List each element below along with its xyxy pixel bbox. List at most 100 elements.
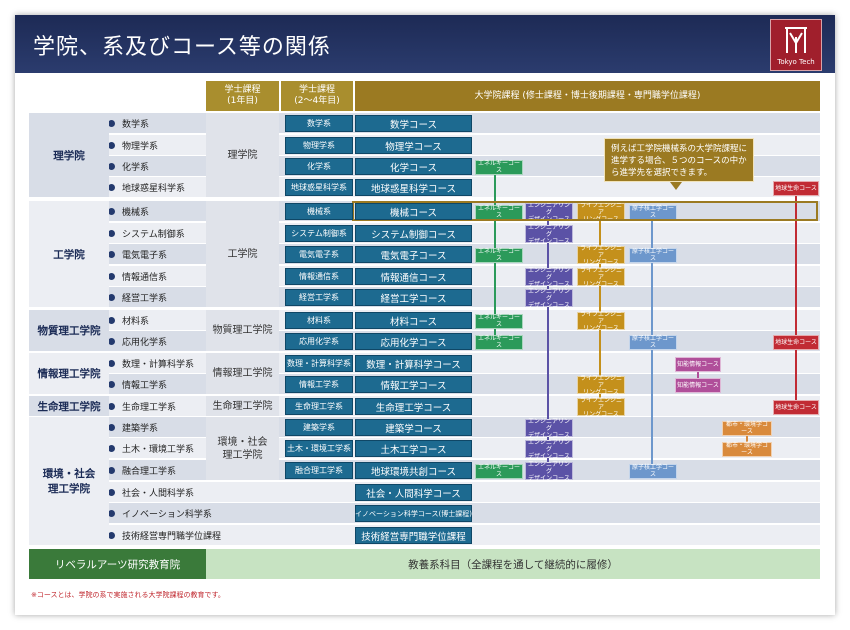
course-tag-knowledge: 知能情報コース [675,377,721,393]
tokyo-tech-logo: Tokyo Tech [770,19,822,71]
department-name: 物理学系 [122,141,159,152]
bullet-icon [108,488,115,496]
course-tag-engineering: エンジニアリング デザインコース [525,418,573,439]
department-name: 情報通信系 [122,272,168,283]
department-name: 数理・計算科学系 [122,359,195,370]
course-tag-energy: エネルギーコース [475,247,523,263]
course-tag-earth_life: 地球生命コース [773,334,819,350]
department-label: 物理学系 [108,135,158,155]
first-year-school: 環境・社会 理工学院 [206,417,279,480]
course-tag-urban: 都市・環境学コース [722,420,772,436]
graduate-course-box: システム制御コース [355,225,472,242]
department-label: 材料系 [108,310,149,330]
graduate-course-box: 社会・人間科学コース [355,484,472,501]
department-name: 材料系 [122,316,150,327]
bullet-icon [108,466,115,474]
department-name: 技術経営専門職学位課程 [122,531,222,542]
bullet-icon [108,380,115,388]
logo-emblem-icon [785,27,807,53]
school-name: 工学院 [29,201,109,307]
course-tag-life: ライフエンジニア リングコース [577,267,625,288]
graduate-course-box: 技術経営専門職学位課程 [355,527,472,544]
undergraduate-department-box: 数理・計算科学系 [285,355,353,372]
bullet-icon [108,402,115,410]
school-name: 情報理工学院 [29,353,109,394]
example-callout: 例えば工学院機械系の大学院課程に進学する場合、５つのコースの中から進学先を選択で… [604,138,754,182]
course-tag-engineering: エンジニアリング デザインコース [525,461,573,482]
undergraduate-department-box: 情報工学系 [285,376,353,393]
undergraduate-department-box: 化学系 [285,158,353,175]
department-label: 情報工学系 [108,374,167,394]
column-header-bachelor-rest: 学士課程 (2〜4年目) [281,81,353,111]
bullet-icon [108,359,115,367]
school-name: 環境・社会 理工学院 [29,417,109,545]
course-tag-energy: エネルギーコース [475,463,523,479]
course-tag-life: ライフエンジニア リングコース [577,375,625,396]
graduate-course-box: 機械コース [355,203,472,220]
undergraduate-department-box: 建築学系 [285,419,353,436]
department-label: システム制御系 [108,223,185,243]
bullet-icon [108,444,115,452]
undergraduate-department-box: 生命理工学系 [285,398,353,415]
department-label: 建築学系 [108,417,158,437]
first-year-school: 生命理工学院 [206,396,279,416]
department-label: 融合理工学系 [108,460,176,480]
undergraduate-department-box: 数学系 [285,115,353,132]
course-tag-nuclear: 原子核工学コース [629,334,677,350]
undergraduate-department-box: 電気電子系 [285,246,353,263]
course-tag-engineering: エンジニアリング デザインコース [525,288,573,309]
course-tag-knowledge: 知能情報コース [675,356,721,372]
department-label: 数学系 [108,113,149,133]
bullet-icon [108,337,115,345]
bullet-icon [108,250,115,258]
course-tag-energy: エネルギーコース [475,159,523,175]
graduate-course-box: イノベーション科学コース(博士課程) [355,505,472,522]
graduate-course-box: 土木工学コース [355,440,472,457]
graduate-course-box: 物理学コース [355,137,472,154]
bullet-icon [108,293,115,301]
department-name: 情報工学系 [122,380,168,391]
graduate-course-box: 応用化学コース [355,333,472,350]
department-label: 化学系 [108,156,149,176]
department-name: 化学系 [122,162,150,173]
department-label: 地球惑星科学系 [108,177,185,197]
course-tag-urban: 都市・環境学コース [722,441,772,457]
department-name: 電気電子系 [122,250,168,261]
department-label: 経営工学系 [108,287,167,307]
undergraduate-department-box: 機械系 [285,203,353,220]
page-frame: 学院、系及びコース等の関係 Tokyo Tech 学士課程 (1年目) 学士課程… [15,15,835,615]
department-name: イノベーション科学系 [122,509,212,520]
course-tag-energy: エネルギーコース [475,313,523,329]
header-bar: 学院、系及びコース等の関係 Tokyo Tech [15,15,835,73]
graduate-course-box: 材料コース [355,312,472,329]
graduate-course-box: 情報工学コース [355,376,472,393]
graduate-course-box: 化学コース [355,158,472,175]
undergraduate-department-box: 経営工学系 [285,289,353,306]
graduate-course-box: 数理・計算科学コース [355,355,472,372]
school-name: 生命理工学院 [29,396,109,416]
bullet-icon [108,272,115,280]
first-year-school: 工学院 [206,201,279,307]
department-label: 応用化学系 [108,331,167,351]
department-label: 情報通信系 [108,266,167,286]
department-name: 応用化学系 [122,337,168,348]
first-year-school: 情報理工学院 [206,353,279,394]
undergraduate-department-box: 材料系 [285,312,353,329]
graduate-course-box: 地球惑星科学コース [355,179,472,196]
bullet-icon [108,531,115,539]
department-name: 地球惑星科学系 [122,183,186,194]
course-tag-energy: エネルギーコース [475,334,523,350]
graduate-course-box: 生命理工学コース [355,398,472,415]
department-label: イノベーション科学系 [108,503,212,523]
graduate-course-box: 地球環境共創コース [355,462,472,479]
first-year-school: 理学院 [206,113,279,197]
department-name: 社会・人間科学系 [122,488,195,499]
callout-tail [670,182,682,190]
course-tag-earth_life: 地球生命コース [773,180,819,196]
bullet-icon [108,509,115,517]
department-label: 機械系 [108,201,149,221]
graduate-course-box: 電気電子コース [355,246,472,263]
undergraduate-department-box: 地球惑星科学系 [285,179,353,196]
bullet-icon [108,162,115,170]
first-year-school: 物質理工学院 [206,310,279,351]
